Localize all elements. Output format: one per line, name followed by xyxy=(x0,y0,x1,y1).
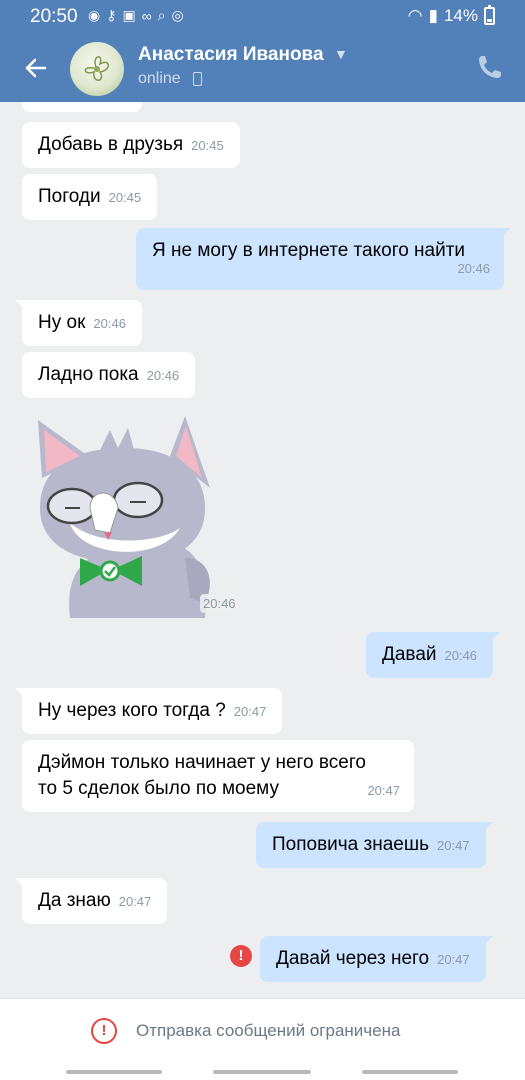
message-incoming[interactable]: Погоди 20:45 xyxy=(22,174,158,220)
battery-percent: 14% xyxy=(443,6,478,25)
message-list[interactable]: 20:44 Добавь в друзья20:45 Погоди20:45 Я… xyxy=(0,102,525,998)
wifi-icon: ◠ xyxy=(407,6,423,25)
chrome-icon: ◉ xyxy=(88,7,101,23)
cat-sticker[interactable] xyxy=(20,408,240,618)
signal-icon: ▮ xyxy=(428,6,438,25)
link-icon: ∞ xyxy=(141,7,152,24)
message-incoming[interactable]: Дэймон только начинает у него всего то 5… xyxy=(22,740,414,812)
arrow-left-icon xyxy=(25,58,47,78)
messaging-restricted-bar: ! Отправка сообщений ограничена xyxy=(0,998,525,1080)
warning-icon: ! xyxy=(91,1018,117,1044)
message-incoming[interactable]: Ну через кого тогда ? 20:47 xyxy=(14,688,283,734)
message-incoming[interactable]: Ладно пока 20:46 xyxy=(22,352,196,398)
message-outgoing[interactable]: Поповича знаешь 20:47 xyxy=(256,822,493,868)
message-outgoing[interactable]: Я не могу в интернете такого найти 20:46 xyxy=(136,228,511,290)
message-incoming[interactable]: Добавь в друзья 20:45 xyxy=(22,122,240,168)
restriction-text: Отправка сообщений ограничена xyxy=(136,1021,401,1040)
image-icon: ▣ xyxy=(122,7,136,23)
shazam-icon: ◎ xyxy=(171,7,184,23)
send-error-icon[interactable]: ! xyxy=(230,945,252,967)
message-partial[interactable]: 20:44 xyxy=(22,102,142,112)
phone-icon xyxy=(479,56,501,78)
battery-icon xyxy=(484,5,495,25)
mobile-online-icon xyxy=(193,72,202,86)
nav-back[interactable] xyxy=(362,1070,458,1074)
nav-home[interactable] xyxy=(213,1070,311,1074)
message-outgoing[interactable]: Давай 20:46 xyxy=(366,632,501,678)
message-outgoing-failed[interactable]: Давай через него 20:47 xyxy=(260,936,493,982)
nav-recent-apps[interactable] xyxy=(66,1070,162,1074)
status-time: 20:50 xyxy=(30,6,78,27)
call-button[interactable] xyxy=(473,50,507,84)
notification-icons: ◉ ⚷ ▣ ∞ ⌕ ◎ xyxy=(88,7,184,24)
key-icon: ⚷ xyxy=(106,7,117,23)
floral-avatar-icon xyxy=(84,56,109,81)
status-bar: 20:50 ◉ ⚷ ▣ ∞ ⌕ ◎ ◠ ▮ 14% xyxy=(0,0,525,34)
avatar[interactable] xyxy=(70,42,124,96)
search-icon: ⌕ xyxy=(157,7,166,23)
chevron-down-icon[interactable]: ▼ xyxy=(334,46,348,62)
back-button[interactable] xyxy=(18,50,54,86)
contact-name[interactable]: Анастасия Иванова xyxy=(138,44,324,66)
chat-header: Анастасия Иванова ▼ online xyxy=(0,34,525,102)
message-incoming[interactable]: Да знаю 20:47 xyxy=(14,878,168,924)
contact-status: online xyxy=(138,70,181,87)
sticker-time: 20:46 xyxy=(200,594,239,613)
system-icons: ◠ ▮ 14% xyxy=(407,5,495,26)
message-incoming[interactable]: Ну ок 20:46 xyxy=(15,300,142,346)
